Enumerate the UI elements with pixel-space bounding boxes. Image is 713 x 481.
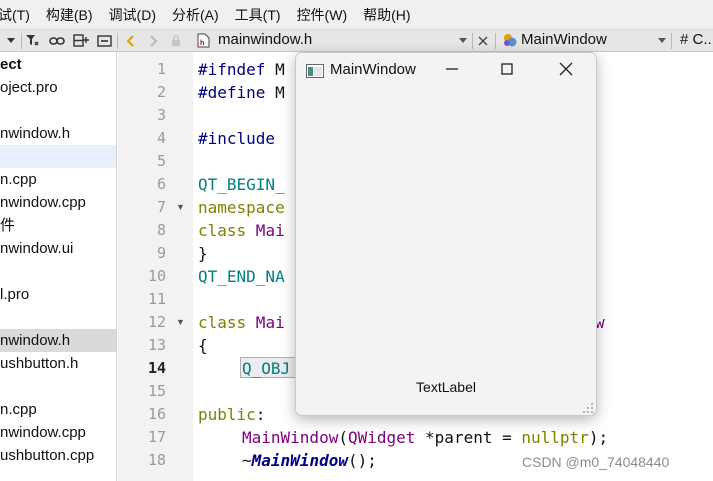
project-tree-item[interactable]: nwindow.cpp — [0, 421, 116, 444]
split-add-icon[interactable] — [72, 30, 90, 51]
line-number: 7 — [156, 198, 166, 216]
resize-grip-icon[interactable] — [582, 401, 594, 419]
encoding-label[interactable]: # C... — [680, 31, 713, 48]
text-label: TextLabel — [416, 379, 476, 395]
menu-bar: 试(T) 构建(B) 调试(D) 分析(A) 工具(T) 控件(W) 帮助(H) — [0, 0, 713, 30]
back-arrow-icon[interactable] — [122, 30, 138, 51]
line-number: 13 — [147, 336, 166, 354]
project-tree-item[interactable]: ushbutton.cpp — [0, 444, 116, 467]
line-number: 11 — [147, 290, 166, 308]
line-number: 6 — [156, 175, 166, 193]
code-line: Q_OBJ — [242, 359, 291, 378]
code-line: class Mai — [198, 221, 285, 240]
project-tree: ect oject.pro nwindow.h n.cpp nwindow.cpp 件 nw… — [0, 52, 117, 481]
code-line: QT_BEGIN_ — [198, 175, 285, 194]
line-number: 17 — [147, 428, 166, 446]
chevron-down-icon[interactable] — [4, 30, 18, 51]
minimize-icon[interactable] — [442, 59, 462, 79]
code-line: class Mai — [198, 313, 285, 332]
project-tree-item[interactable]: nwindow.h — [0, 122, 116, 145]
code-line: public: — [198, 405, 266, 424]
code-line: namespace — [198, 198, 285, 217]
project-tree-item[interactable]: n.cpp — [0, 398, 116, 421]
line-number: 16 — [147, 405, 166, 423]
code-line: { — [198, 336, 208, 355]
line-number: 18 — [147, 451, 166, 469]
app-window-icon — [306, 64, 324, 83]
filter-icon[interactable] — [24, 30, 40, 51]
project-tree-item[interactable]: nwindow.h — [0, 329, 116, 352]
line-number: 2 — [156, 83, 166, 101]
project-tree-item[interactable]: l.pro — [0, 283, 116, 306]
menu-debug[interactable]: 调试(D) — [101, 5, 164, 25]
line-number: 15 — [147, 382, 166, 400]
project-tree-item[interactable] — [0, 260, 116, 283]
forward-arrow-icon[interactable] — [145, 30, 161, 51]
line-number: 8 — [156, 221, 166, 239]
main-window[interactable]: MainWindow TextLabel — [295, 52, 597, 416]
fold-marker-icon[interactable]: ▼ — [176, 196, 186, 219]
line-number: 3 — [156, 106, 166, 124]
code-line: #include — [198, 129, 276, 148]
project-tree-item[interactable]: ushbutton.h — [0, 352, 116, 375]
code-line: #define M — [198, 83, 285, 102]
close-icon[interactable] — [476, 30, 490, 51]
project-tree-item[interactable] — [0, 375, 116, 398]
header-file-icon: h — [195, 30, 211, 51]
line-number: 5 — [156, 152, 166, 170]
window-title: MainWindow — [330, 61, 416, 78]
fold-marker-icon[interactable]: ▼ — [176, 311, 186, 334]
line-number: 12 — [147, 313, 166, 331]
line-number: 4 — [156, 129, 166, 147]
project-tree-item[interactable]: oject.pro — [0, 76, 116, 99]
close-split-icon[interactable] — [95, 30, 113, 51]
project-tree-item[interactable] — [0, 306, 116, 329]
menu-widgets[interactable]: 控件(W) — [289, 5, 356, 25]
line-number: 1 — [156, 60, 166, 78]
menu-help[interactable]: 帮助(H) — [355, 5, 418, 25]
menu-tools-partial[interactable]: 试(T) — [0, 5, 38, 25]
project-tree-item[interactable]: n.cpp — [0, 168, 116, 191]
maximize-icon[interactable] — [497, 59, 517, 79]
project-tree-item[interactable]: nwindow.cpp — [0, 191, 116, 214]
code-line: QT_END_NA — [198, 267, 285, 286]
class-icon — [501, 30, 519, 51]
menu-build[interactable]: 构建(B) — [38, 5, 101, 25]
class-selector[interactable]: MainWindow — [521, 31, 607, 48]
code-line: MainWindow(QWidget *parent = nullptr); — [242, 428, 609, 447]
menu-analyze[interactable]: 分析(A) — [164, 5, 227, 25]
link-icon[interactable] — [47, 30, 67, 51]
file-dropdown-icon[interactable] — [457, 30, 469, 51]
project-tree-item[interactable]: ect — [0, 53, 116, 76]
menu-tools[interactable]: 工具(T) — [227, 5, 289, 25]
line-number: 10 — [147, 267, 166, 285]
project-tree-item[interactable]: 件 — [0, 214, 116, 237]
lock-icon — [169, 30, 183, 51]
project-tree-item[interactable] — [0, 99, 116, 122]
code-line: ~MainWindow(); — [242, 451, 377, 470]
open-file-name[interactable]: mainwindow.h — [218, 31, 312, 48]
line-number: 9 — [156, 244, 166, 262]
watermark: CSDN @m0_74048440 — [522, 454, 670, 470]
project-tree-item[interactable]: nwindow.ui — [0, 237, 116, 260]
class-dropdown-icon[interactable] — [656, 30, 668, 51]
svg-text:h: h — [200, 40, 204, 47]
code-line: #ifndef M — [198, 60, 285, 79]
project-tree-item[interactable] — [0, 145, 116, 168]
editor-toolbar: h mainwindow.h MainWindow # C... — [0, 30, 713, 52]
code-line: } — [198, 244, 208, 263]
close-window-icon[interactable] — [556, 59, 576, 79]
line-number: 14 — [147, 359, 166, 377]
